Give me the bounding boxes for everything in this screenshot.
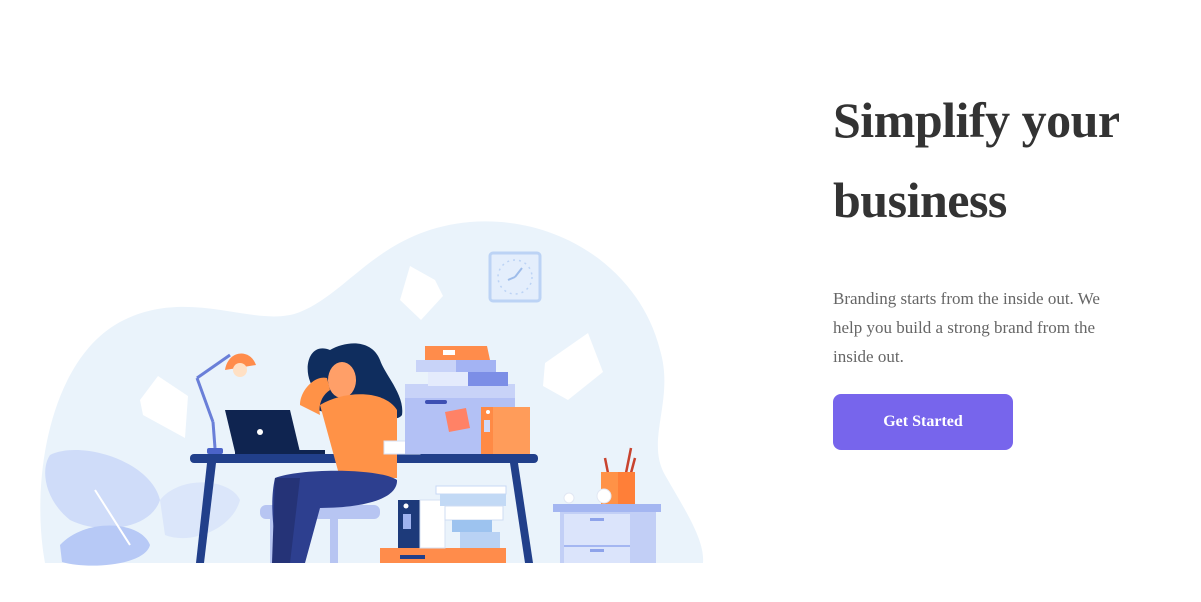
page-title: Simplify your business: [833, 80, 1163, 240]
side-cabinet-icon: [553, 504, 661, 563]
hero-illustration: [0, 200, 720, 580]
headline-line-1: Simplify your: [833, 92, 1120, 148]
get-started-button[interactable]: Get Started: [833, 394, 1013, 450]
hero-description: Branding starts from the inside out. We …: [833, 289, 1100, 366]
hero-text-block: Simplify your business Branding starts f…: [833, 80, 1163, 371]
headline-line-2: business: [833, 172, 1007, 228]
wall-clock-icon: [488, 251, 542, 303]
